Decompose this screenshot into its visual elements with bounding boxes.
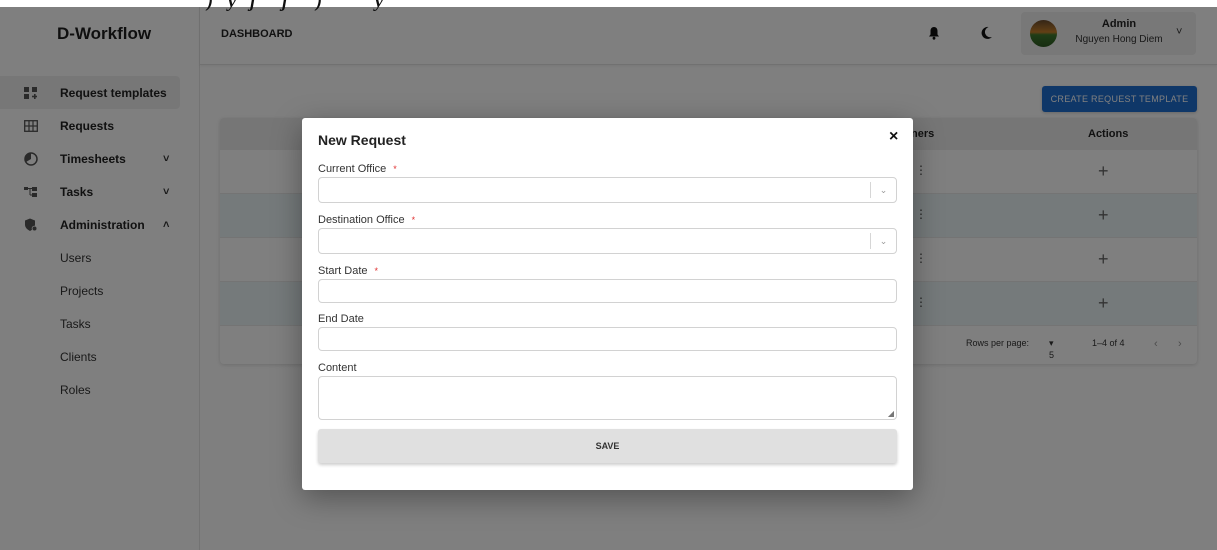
end-date-label: End Date	[318, 313, 364, 325]
content-textarea[interactable]: ◢	[318, 376, 897, 420]
start-date-input[interactable]	[318, 279, 897, 303]
dialog-title: New Request	[318, 132, 406, 148]
chevron-down-icon: ⌄	[870, 233, 896, 249]
end-date-input[interactable]	[318, 327, 897, 351]
save-button[interactable]: SAVE	[318, 429, 897, 463]
resize-handle-icon[interactable]: ◢	[888, 409, 894, 418]
current-office-label: Current Office *	[318, 163, 397, 175]
required-mark: *	[393, 164, 397, 174]
required-mark: *	[411, 215, 416, 225]
start-date-label: Start Date *	[318, 265, 379, 277]
clipped-top-text: ) y j j) y	[0, 0, 1217, 11]
content-label: Content	[318, 362, 357, 374]
current-office-select[interactable]: ⌄	[318, 177, 897, 203]
new-request-dialog: New Request × Current Office * ⌄ Destinat…	[302, 118, 913, 490]
destination-office-select[interactable]: ⌄	[318, 228, 897, 254]
destination-office-label: Destination Office *	[318, 214, 416, 226]
close-icon[interactable]: ×	[889, 128, 898, 146]
chevron-down-icon: ⌄	[870, 182, 896, 198]
required-mark: *	[374, 266, 379, 276]
